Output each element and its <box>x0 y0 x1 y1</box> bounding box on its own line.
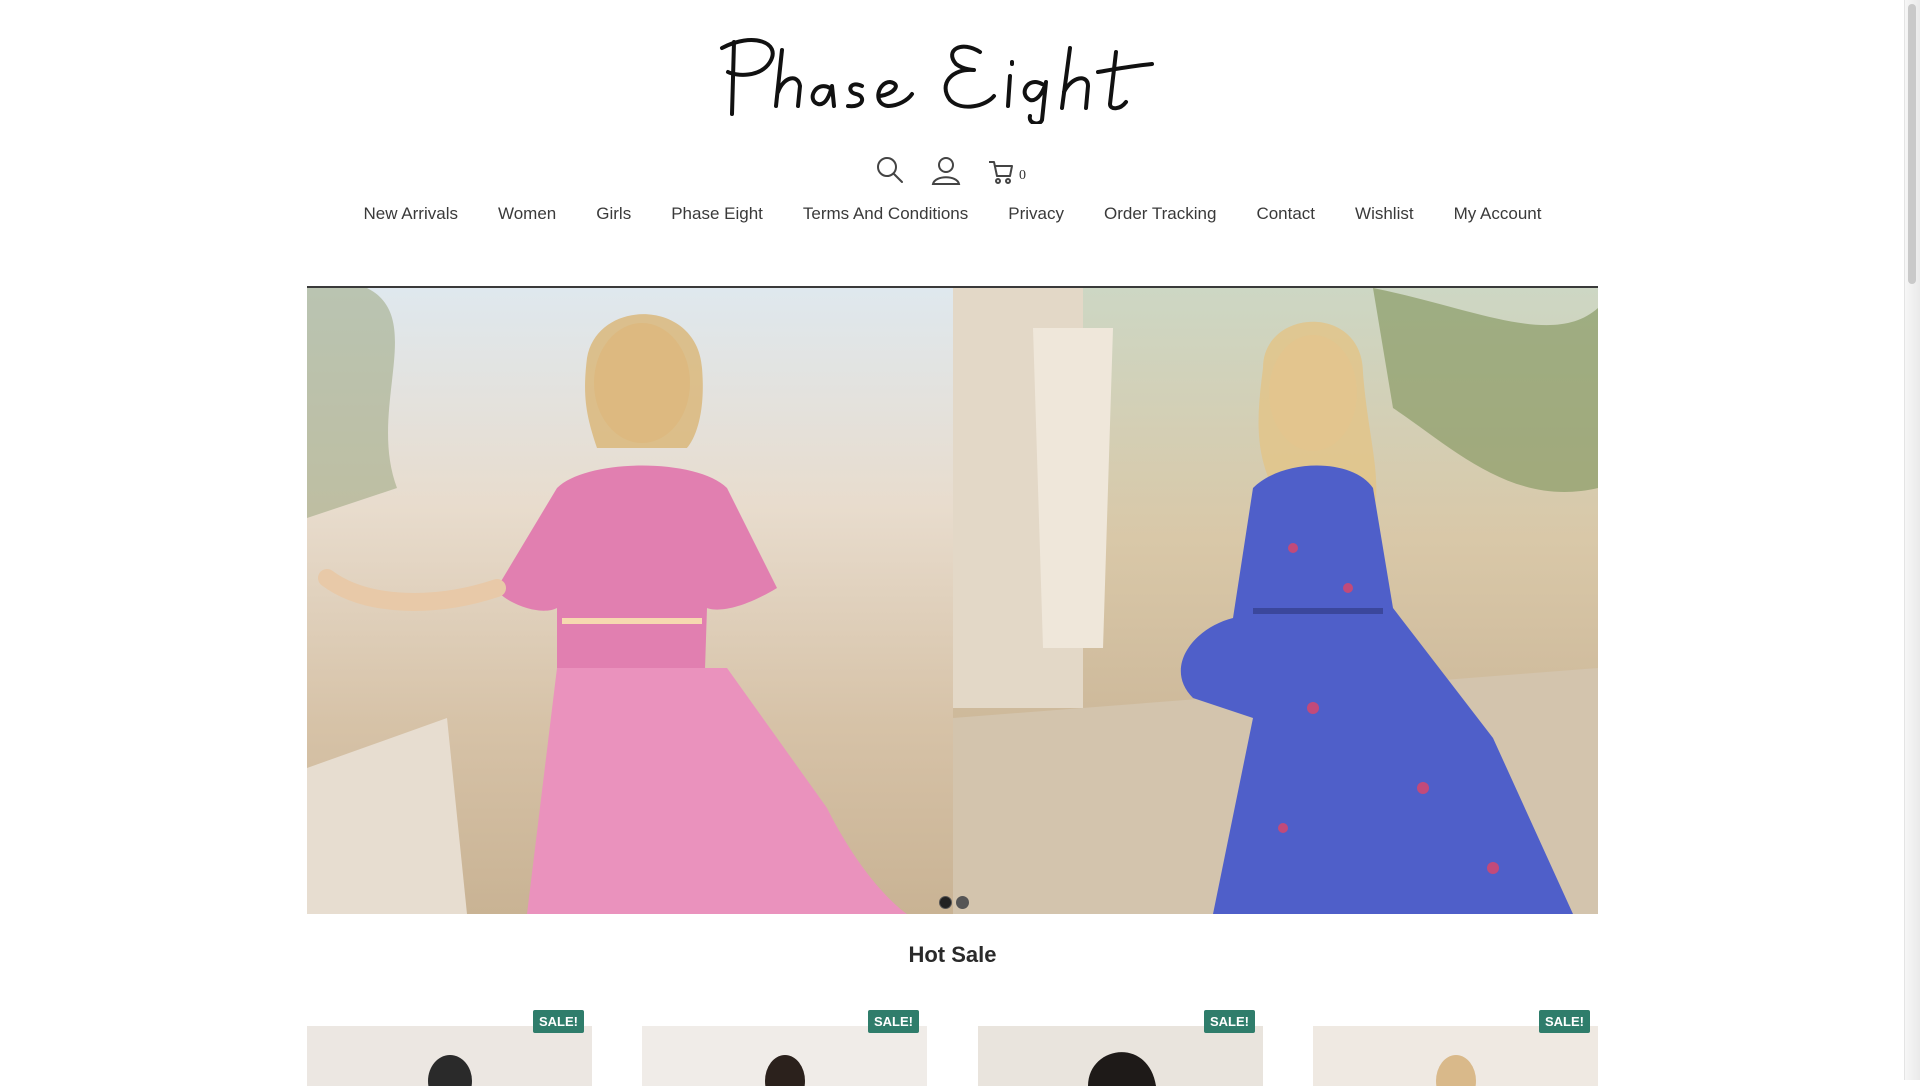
header-icon-bar <box>0 154 1905 188</box>
nav-item-phase-eight[interactable]: Phase Eight <box>671 200 763 230</box>
product-card[interactable]: SALE! <box>1313 1010 1598 1086</box>
search-icon[interactable] <box>873 154 907 188</box>
sale-badge: SALE! <box>868 1010 919 1033</box>
cart-count: 0 <box>1019 168 1026 183</box>
user-icon[interactable] <box>929 154 963 188</box>
nav-item-new-arrivals[interactable]: New Arrivals <box>364 200 458 230</box>
nav-item-contact[interactable]: Contact <box>1256 200 1315 230</box>
product-card[interactable]: SALE! <box>978 1010 1263 1086</box>
nav-item-girls[interactable]: Girls <box>596 200 631 230</box>
slider-dots <box>939 896 969 909</box>
sale-badge: SALE! <box>1204 1010 1255 1033</box>
product-card[interactable]: SALE! <box>307 1010 592 1086</box>
hero-slider[interactable] <box>307 286 1598 914</box>
pink-dress-model-illustration <box>307 288 907 914</box>
product-model-thumbnail <box>1436 1055 1476 1086</box>
slider-dot-2[interactable] <box>956 896 969 909</box>
product-image[interactable] <box>978 1026 1263 1086</box>
nav-item-wishlist[interactable]: Wishlist <box>1355 200 1414 230</box>
product-model-thumbnail <box>428 1055 472 1086</box>
cart-icon[interactable] <box>984 154 1018 188</box>
section-title-hot-sale: Hot Sale <box>908 942 997 967</box>
blue-dress-model-illustration <box>953 288 1598 914</box>
scrollbar-thumb[interactable] <box>1908 4 1916 284</box>
product-image[interactable] <box>642 1026 927 1086</box>
product-model-thumbnail <box>765 1055 805 1086</box>
sale-badge: SALE! <box>533 1010 584 1033</box>
main-navigation: New Arrivals Women Girls Phase Eight Ter… <box>0 200 1905 230</box>
product-card[interactable]: SALE! <box>642 1010 927 1086</box>
hero-image-pink-dress <box>307 288 953 914</box>
product-image[interactable] <box>307 1026 592 1086</box>
product-model-thumbnail <box>1088 1052 1156 1086</box>
nav-item-terms-and-conditions[interactable]: Terms And Conditions <box>803 200 968 230</box>
hero-image-blue-dress <box>953 288 1598 914</box>
sale-badge: SALE! <box>1539 1010 1590 1033</box>
product-image[interactable] <box>1313 1026 1598 1086</box>
slider-dot-1[interactable] <box>939 896 952 909</box>
brand-logo[interactable] <box>712 28 1192 124</box>
logo-script-image <box>720 38 1154 124</box>
nav-item-order-tracking[interactable]: Order Tracking <box>1104 200 1216 230</box>
page: 0 New Arrivals Women Girls Phase Eight T… <box>0 0 1905 1086</box>
page-scrollbar[interactable] <box>1904 0 1920 1080</box>
nav-item-privacy[interactable]: Privacy <box>1008 200 1064 230</box>
nav-item-my-account[interactable]: My Account <box>1454 200 1542 230</box>
nav-item-women[interactable]: Women <box>498 200 556 230</box>
